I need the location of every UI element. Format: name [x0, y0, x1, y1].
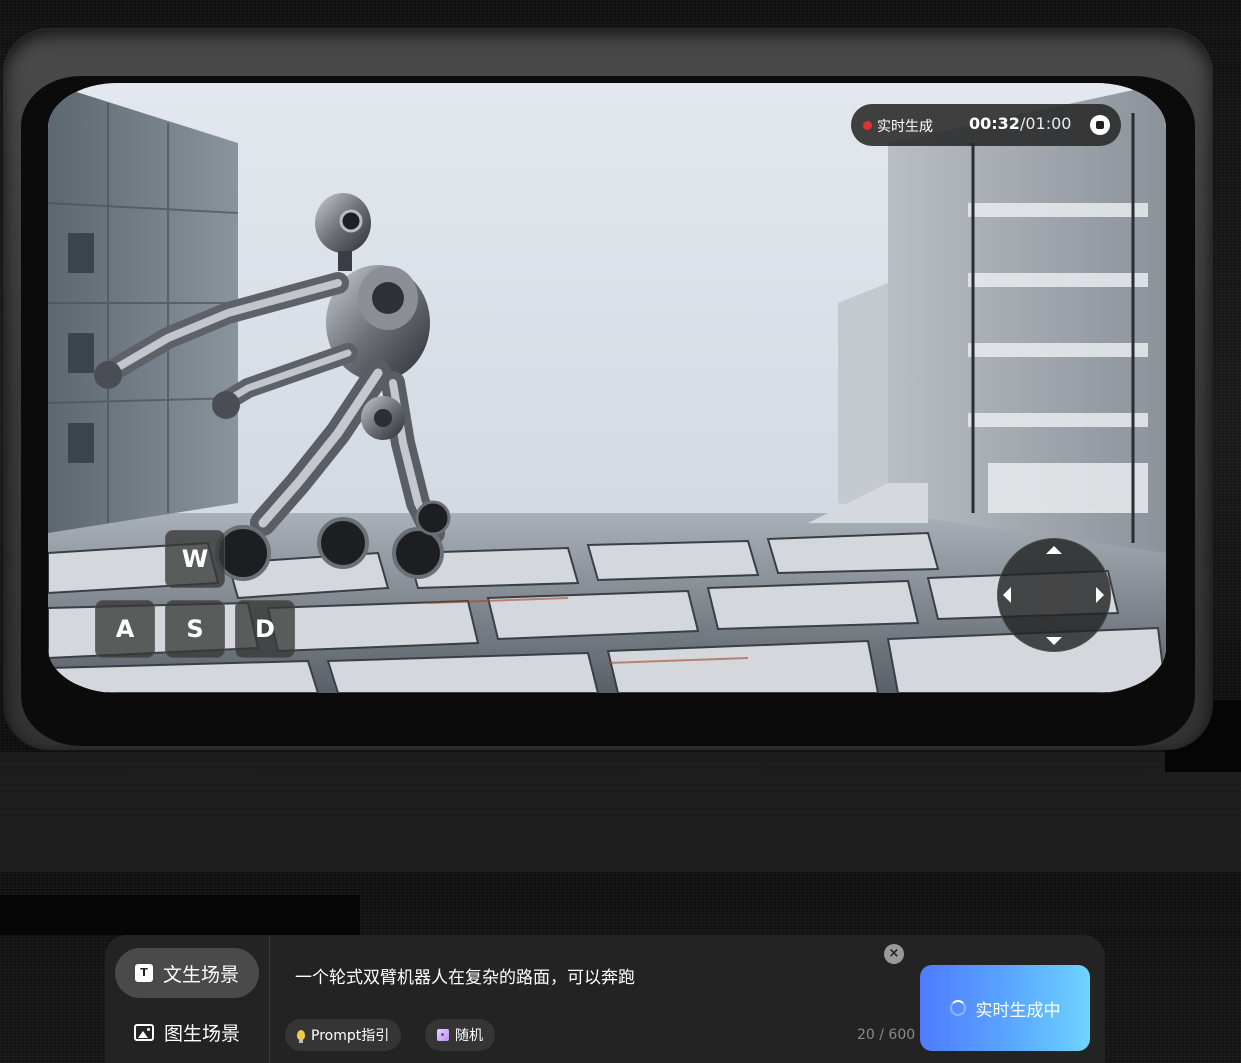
random-prompt-button[interactable]: 随机	[425, 1019, 495, 1051]
elapsed-time: 00:32/01:00	[969, 114, 1071, 133]
clear-prompt-button[interactable]: ×	[884, 944, 904, 964]
camera-joystick[interactable]	[997, 538, 1111, 652]
dice-icon	[437, 1029, 449, 1041]
prompt-guide-button[interactable]: Prompt指引	[285, 1019, 402, 1051]
arrow-up-icon	[1046, 546, 1062, 554]
live-status-label: 实时生成	[877, 119, 933, 135]
prompt-input[interactable]: 一个轮式双臂机器人在复杂的路面，可以奔跑	[295, 963, 635, 988]
mode-image-scene-button[interactable]: 图生场景	[115, 1007, 259, 1057]
recording-dot-icon	[863, 121, 872, 130]
character-counter: 20 / 600	[857, 1027, 916, 1043]
lightbulb-icon	[297, 1030, 305, 1043]
mode-text-scene-label: 文生场景	[162, 963, 239, 986]
random-prompt-label: 随机	[455, 1028, 483, 1044]
elapsed-time-value: 00:32	[969, 114, 1020, 133]
generate-button-label: 实时生成中	[975, 1000, 1061, 1021]
image-icon	[133, 1023, 154, 1041]
mode-text-scene-button[interactable]: T 文生场景	[115, 948, 259, 998]
joystick-knob[interactable]	[1034, 577, 1072, 615]
live-status-bar: 实时生成 00:32/01:00	[851, 104, 1121, 146]
mode-image-scene-label: 图生场景	[163, 1022, 240, 1045]
arrow-down-icon	[1046, 637, 1062, 645]
generate-button[interactable]: 实时生成中	[920, 965, 1090, 1051]
loading-spinner-icon	[949, 1000, 966, 1016]
prompt-guide-label: Prompt指引	[311, 1028, 390, 1044]
key-d-button[interactable]: D	[235, 600, 295, 658]
text-icon: T	[134, 964, 153, 982]
arrow-right-icon	[1096, 587, 1104, 603]
key-a-button[interactable]: A	[95, 600, 155, 658]
arrow-left-icon	[1003, 587, 1011, 603]
background-band	[0, 895, 360, 935]
total-duration: /01:00	[1019, 114, 1072, 133]
prompt-panel: T 文生场景 图生场景 一个轮式双臂机器人在复杂的路面，可以奔跑 × Promp…	[105, 935, 1105, 1063]
key-w-button[interactable]: W	[165, 530, 225, 588]
background-band	[0, 752, 1241, 872]
key-s-button[interactable]: S	[165, 600, 225, 658]
mode-divider	[269, 935, 270, 1063]
stop-button[interactable]	[1090, 115, 1110, 135]
